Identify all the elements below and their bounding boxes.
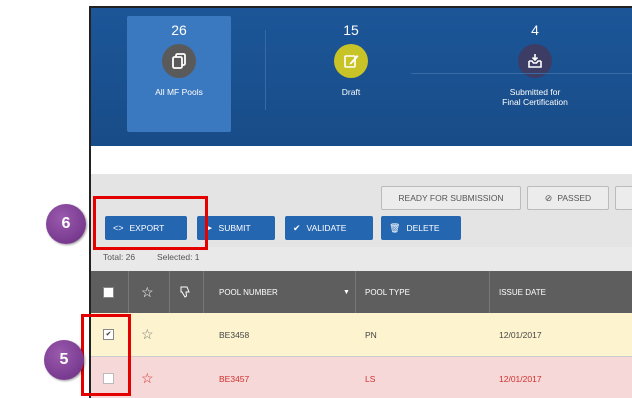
filter-more[interactable] <box>615 186 632 210</box>
pool-type-cell: LS <box>365 373 376 384</box>
column-pool-type[interactable]: POOL TYPE <box>365 271 410 313</box>
thumbs-down-icon[interactable] <box>179 271 191 313</box>
divider <box>265 30 266 110</box>
stat-submitted[interactable]: 4 Submitted for Final Certification <box>483 16 587 132</box>
validate-label: VALIDATE <box>306 223 347 233</box>
select-all-checkbox[interactable] <box>103 271 114 313</box>
submit-button[interactable]: ➤ SUBMIT <box>197 216 275 240</box>
export-highlight-box <box>93 196 208 250</box>
filter-passed-label: PASSED <box>557 193 592 203</box>
divider <box>411 73 632 74</box>
sort-desc-icon[interactable]: ▼ <box>343 271 350 313</box>
stats-header: 26 All MF Pools 15 Draft 4 Submitted for… <box>91 8 632 146</box>
pool-number-cell: BE3458 <box>219 329 250 340</box>
check-circle-icon: ⊘ <box>544 192 553 203</box>
table-header: ☆ POOL NUMBER ▼ POOL TYPE ISSUE DATE <box>91 271 632 313</box>
column-pool-number[interactable]: POOL NUMBER <box>219 271 278 313</box>
column-issue-date[interactable]: ISSUE DATE <box>499 271 546 313</box>
trash-icon: 🗑 <box>389 222 401 233</box>
star-icon[interactable]: ☆ <box>141 313 154 356</box>
spacer <box>91 146 632 174</box>
step-badge-6: 6 <box>46 204 86 244</box>
table-row[interactable]: ✔ ☆ BE3458 PN 12/01/2017 <box>91 313 632 357</box>
stat-count: 4 <box>531 22 539 38</box>
total-count: Total: 26 <box>103 252 136 262</box>
check-icon: ✔ <box>293 222 301 233</box>
copy-icon <box>162 44 196 78</box>
delete-button[interactable]: 🗑 DELETE <box>381 216 461 240</box>
stat-label: All MF Pools <box>155 87 203 97</box>
stat-count: 26 <box>171 22 187 38</box>
stat-count: 15 <box>343 22 359 38</box>
column-separator <box>128 271 129 313</box>
filter-passed[interactable]: ⊘ PASSED <box>527 186 609 210</box>
filter-ready-for-submission[interactable]: READY FOR SUBMISSION <box>381 186 521 210</box>
selected-count: Selected: 1 <box>157 252 200 262</box>
issue-date-cell: 12/01/2017 <box>499 373 542 384</box>
issue-date-cell: 12/01/2017 <box>499 329 542 340</box>
pool-number-cell: BE3457 <box>219 373 250 384</box>
star-icon[interactable]: ☆ <box>141 271 154 313</box>
stat-label: Draft <box>341 87 361 97</box>
step-badge-5: 5 <box>44 340 84 380</box>
submit-label: SUBMIT <box>218 223 251 233</box>
pool-type-cell: PN <box>365 329 377 340</box>
delete-label: DELETE <box>406 223 440 233</box>
table-row[interactable]: ☆ BE3457 LS 12/01/2017 <box>91 357 632 398</box>
edit-icon <box>334 44 368 78</box>
checkbox-highlight-box <box>81 314 131 396</box>
column-separator <box>203 271 204 313</box>
validate-button[interactable]: ✔ VALIDATE <box>285 216 373 240</box>
column-separator <box>489 271 490 313</box>
column-separator <box>169 271 170 313</box>
column-separator <box>355 271 356 313</box>
stat-draft[interactable]: 15 Draft <box>299 16 403 132</box>
star-icon[interactable]: ☆ <box>141 357 154 398</box>
stat-all-mf-pools[interactable]: 26 All MF Pools <box>127 16 231 132</box>
status-bar: Total: 26 Selected: 1 <box>91 247 632 271</box>
stat-label: Submitted for Final Certification <box>502 87 568 107</box>
